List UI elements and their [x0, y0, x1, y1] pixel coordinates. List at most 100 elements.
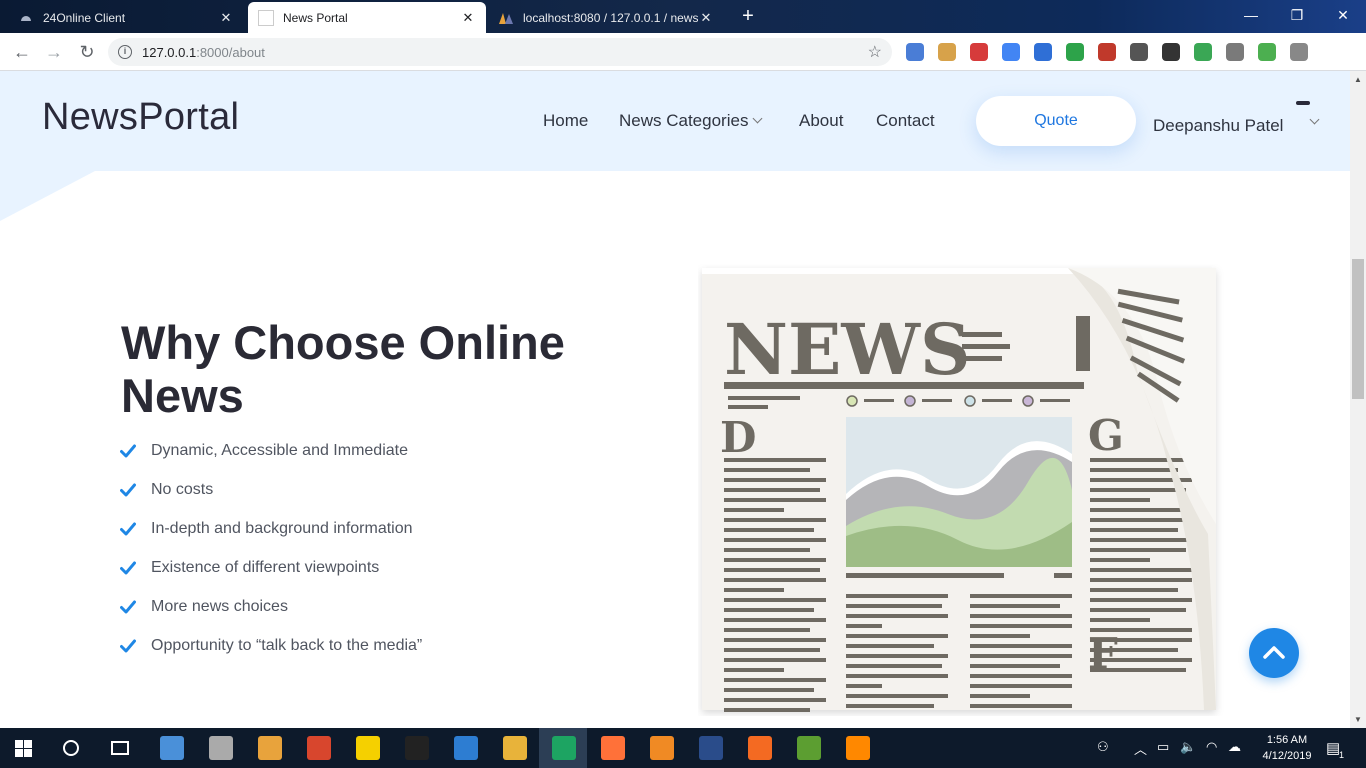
people-icon[interactable]: ⚇ — [1097, 739, 1109, 755]
feature-text: Opportunity to “talk back to the media” — [151, 637, 423, 654]
windows-taskbar: ⚇ ︿ ▭ 🔈 ◠ ☁ 1:56 AM 4/12/2019 ▤ 1 — [0, 728, 1366, 768]
scrollbar-thumb[interactable] — [1352, 259, 1364, 399]
feature-text: Dynamic, Accessible and Immediate — [151, 442, 408, 459]
reload-button[interactable]: ↻ — [76, 41, 98, 63]
chevron-down-icon — [753, 113, 763, 124]
taskbar-app-icon[interactable] — [454, 736, 478, 760]
taskbar-app-icon[interactable] — [307, 736, 331, 760]
tab-title: localhost:8080 / 127.0.0.1 / news — [523, 10, 698, 25]
extension-icon[interactable] — [1194, 43, 1212, 61]
site-header: NewsPortal Home News Categories About Co… — [0, 71, 1350, 171]
scroll-to-top-button[interactable] — [1249, 628, 1299, 678]
search-icon[interactable] — [63, 740, 79, 756]
new-tab-button[interactable]: + — [737, 5, 759, 27]
windows-start-icon[interactable] — [15, 740, 32, 757]
volume-icon[interactable]: 🔈 — [1180, 739, 1196, 755]
taskbar-app-icon[interactable] — [258, 736, 282, 760]
phpmyadmin-icon — [498, 10, 514, 26]
nav-contact[interactable]: Contact — [876, 111, 935, 131]
feature-text: In-depth and background information — [151, 520, 413, 537]
chevron-down-icon[interactable] — [1309, 114, 1320, 125]
site-logo[interactable]: NewsPortal — [42, 96, 239, 139]
taskbar-app-icon[interactable] — [209, 736, 233, 760]
page-viewport: NewsPortal Home News Categories About Co… — [0, 71, 1350, 728]
newspaper-masthead: NEWS — [724, 308, 971, 391]
extension-icon[interactable] — [906, 43, 924, 61]
feature-item: Dynamic, Accessible and Immediate — [120, 442, 408, 460]
extension-icon[interactable] — [1130, 43, 1148, 61]
tab-title: 24Online Client — [43, 10, 126, 25]
feature-text: More news choices — [151, 598, 288, 615]
nav-home[interactable]: Home — [543, 111, 588, 131]
feature-item: Existence of different viewpoints — [120, 559, 379, 577]
page-title: Why Choose Online News — [121, 316, 565, 422]
bookmark-star-icon[interactable]: ☆ — [868, 42, 882, 62]
taskbar-app-icon[interactable] — [552, 736, 576, 760]
tab-phpmyadmin[interactable]: localhost:8080 / 127.0.0.1 / news ✕ — [488, 2, 724, 33]
taskbar-app-icon[interactable] — [650, 736, 674, 760]
extension-icon[interactable] — [1162, 43, 1180, 61]
minimize-button[interactable]: — — [1228, 0, 1274, 30]
taskbar-app-icon[interactable] — [748, 736, 772, 760]
drop-cap: G — [1088, 411, 1124, 460]
chevron-up-icon — [1263, 646, 1285, 659]
task-view-icon[interactable] — [111, 741, 129, 755]
nav-news-categories[interactable]: News Categories — [619, 111, 763, 131]
back-button[interactable]: ← — [11, 41, 33, 63]
taskbar-app-icon[interactable] — [405, 736, 429, 760]
tab-24online-client[interactable]: 24Online Client ✕ — [8, 2, 244, 33]
extension-icon[interactable] — [1034, 43, 1052, 61]
feature-text: No costs — [151, 481, 214, 498]
page-scrollbar[interactable]: ▲ ▼ — [1350, 71, 1366, 728]
close-tab-icon[interactable]: ✕ — [698, 10, 714, 26]
scroll-down-arrow-icon[interactable]: ▼ — [1354, 715, 1362, 724]
taskbar-app-icon[interactable] — [160, 736, 184, 760]
checkmark-icon — [120, 639, 136, 653]
scroll-up-arrow-icon[interactable]: ▲ — [1354, 75, 1362, 84]
extension-icon[interactable] — [938, 43, 956, 61]
close-tab-icon[interactable]: ✕ — [460, 10, 476, 26]
taskbar-app-icon[interactable] — [846, 736, 870, 760]
forward-button[interactable]: → — [43, 41, 65, 63]
system-clock[interactable]: 1:56 AM 4/12/2019 — [1252, 732, 1322, 764]
checkmark-icon — [120, 600, 136, 614]
taskbar-app-icon[interactable] — [699, 736, 723, 760]
newspaper-illustration: NEWS D G F — [702, 268, 1216, 712]
address-bar[interactable]: i 127.0.0.1:8000/about ☆ — [108, 38, 892, 66]
user-menu[interactable]: Deepanshu Patel — [1153, 116, 1283, 136]
extension-icon[interactable] — [1226, 43, 1244, 61]
url-path: :8000/about — [196, 44, 265, 60]
wifi-icon[interactable]: ◠ — [1206, 739, 1217, 755]
feature-text: Existence of different viewpoints — [151, 559, 380, 576]
taskbar-app-icon[interactable] — [601, 736, 625, 760]
extension-icon[interactable] — [1002, 43, 1020, 61]
taskbar-app-icon[interactable] — [797, 736, 821, 760]
cloud-icon — [18, 10, 34, 26]
close-tab-icon[interactable]: ✕ — [218, 10, 234, 26]
extension-icon[interactable] — [1290, 43, 1308, 61]
site-info-icon[interactable]: i — [118, 45, 132, 59]
browser-tab-strip: 24Online Client ✕ News Portal ✕ localhos… — [0, 0, 1366, 33]
onedrive-cloud-icon[interactable]: ☁ — [1228, 739, 1241, 755]
extension-icon[interactable] — [970, 43, 988, 61]
feature-item: No costs — [120, 481, 213, 499]
quote-button[interactable]: Quote — [976, 96, 1136, 146]
drop-cap: D — [720, 413, 756, 462]
extension-icon[interactable] — [1066, 43, 1084, 61]
battery-icon[interactable]: ▭ — [1157, 739, 1169, 755]
chevron-up-icon[interactable]: ︿ — [1134, 739, 1147, 758]
drop-cap: F — [1088, 629, 1118, 678]
extension-icon[interactable] — [1258, 43, 1276, 61]
checkmark-icon — [120, 522, 136, 536]
url-host: 127.0.0.1 — [142, 44, 197, 60]
user-indicator — [1296, 101, 1310, 105]
close-window-button[interactable]: ✕ — [1320, 0, 1366, 30]
extension-icon[interactable] — [1098, 43, 1116, 61]
tab-news-portal[interactable]: News Portal ✕ — [248, 2, 486, 33]
taskbar-app-icon[interactable] — [356, 736, 380, 760]
taskbar-app-icon[interactable] — [503, 736, 527, 760]
restore-button[interactable]: ❐ — [1274, 0, 1320, 30]
checkmark-icon — [120, 561, 136, 575]
nav-news-categories-label: News Categories — [619, 111, 749, 130]
nav-about[interactable]: About — [799, 111, 843, 131]
